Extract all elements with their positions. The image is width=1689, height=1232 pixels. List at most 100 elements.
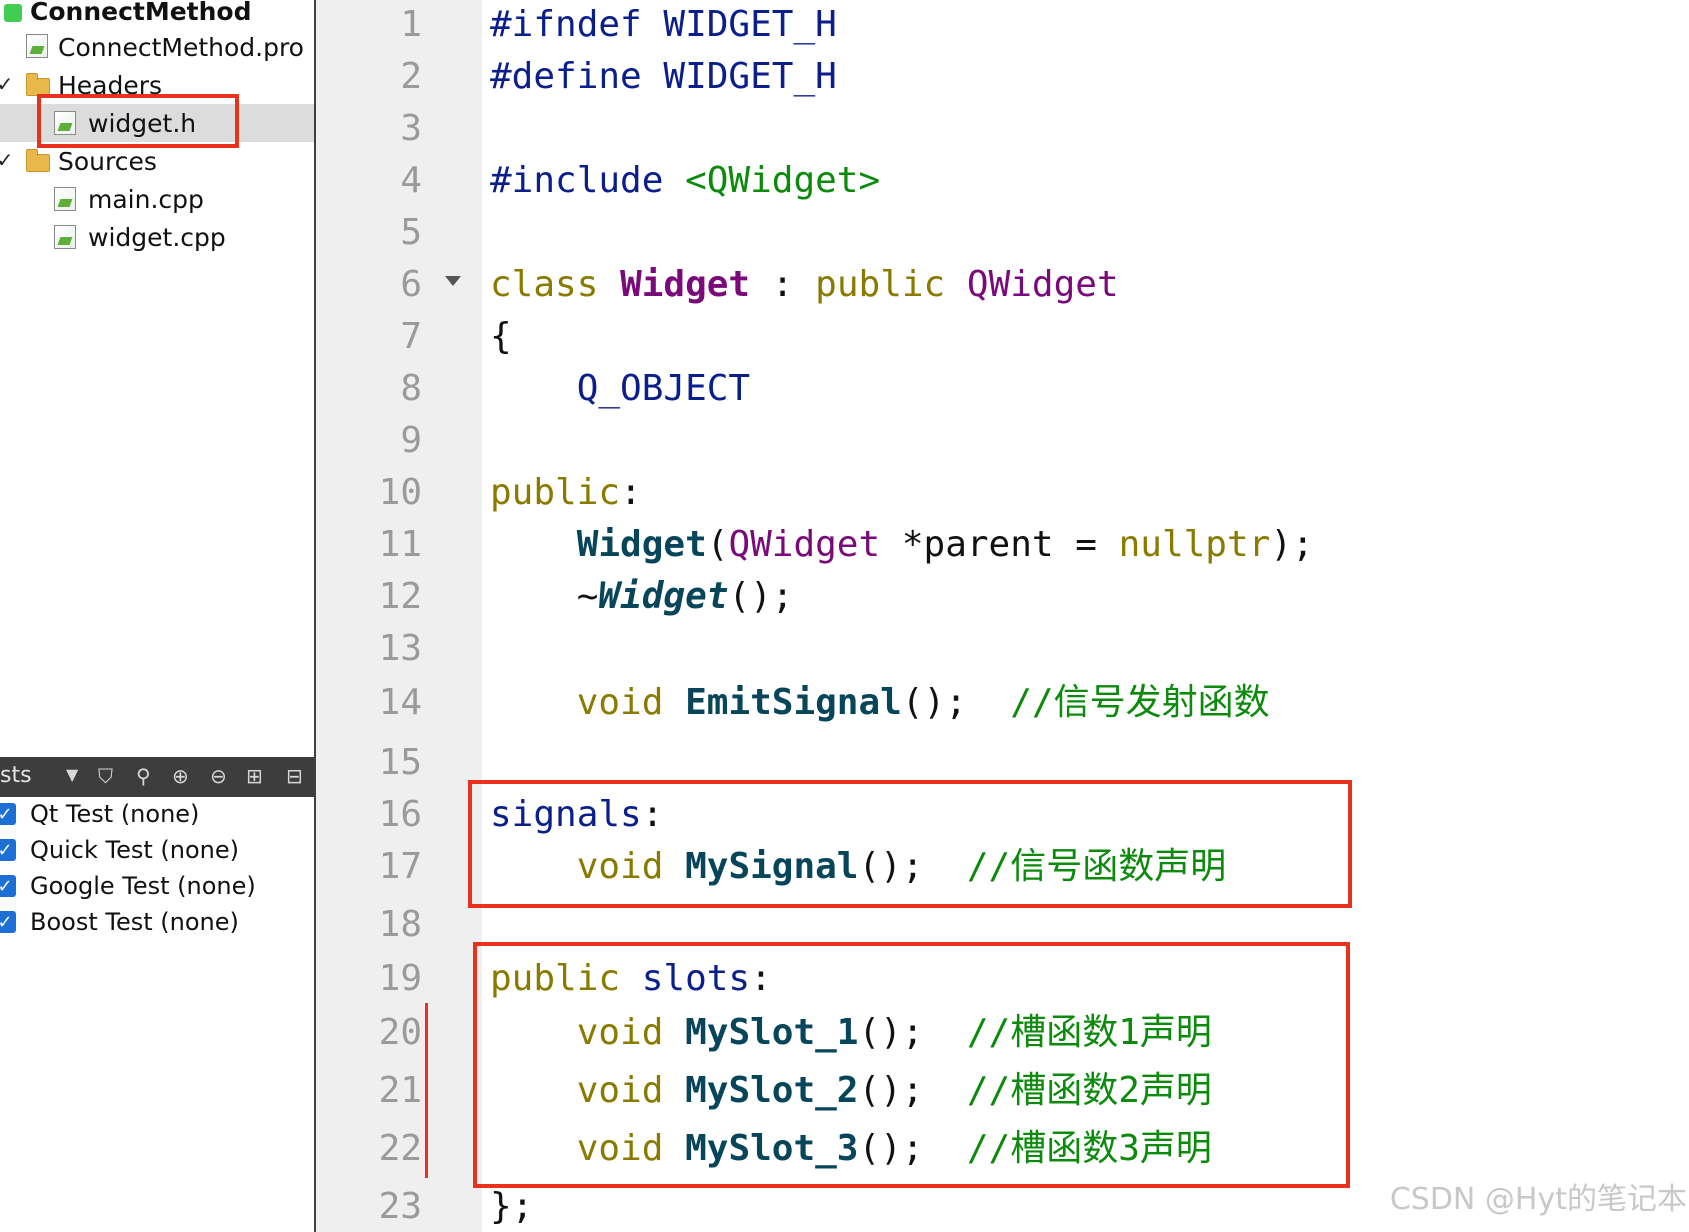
- test-item-qt[interactable]: ✓ Qt Test (none): [0, 797, 314, 831]
- line-number: 18: [378, 904, 422, 945]
- code-token: WIDGET_H: [663, 4, 837, 45]
- code-line-7: {: [490, 314, 512, 360]
- line-number: 3: [400, 108, 422, 149]
- code-token: :: [771, 264, 794, 305]
- test-label: Google Test (none): [30, 872, 256, 900]
- line-number: 20: [378, 1012, 422, 1053]
- code-token: ~: [576, 576, 599, 617]
- collapse-all-icon[interactable]: ⊖: [210, 764, 227, 788]
- test-item-google[interactable]: ✓ Google Test (none): [0, 869, 314, 903]
- code-token: Widget: [576, 524, 707, 565]
- tree-item-project[interactable]: ConnectMethod: [0, 0, 314, 30]
- pro-file-label: ConnectMethod.pro: [58, 32, 304, 62]
- code-token: #ifndef: [490, 4, 642, 45]
- code-token: class: [490, 264, 599, 305]
- line-number: 10: [378, 472, 422, 513]
- checkbox-icon[interactable]: ✓: [0, 875, 16, 897]
- code-token: public: [815, 264, 946, 305]
- selected-file-highlight-box: [37, 94, 239, 148]
- code-token: QWidget: [728, 524, 881, 565]
- code-token: (: [706, 524, 729, 565]
- code-line-1: #ifndef WIDGET_H: [490, 2, 837, 48]
- signals-highlight-box: [468, 780, 1352, 908]
- tests-toolbar: sts ▼ ⛉ ⚲ ⊕ ⊖ ⊞ ⊟: [0, 757, 314, 797]
- watermark-text: CSDN @Hyt的笔记本: [1389, 1182, 1687, 1217]
- checkbox-icon[interactable]: ✓: [0, 803, 16, 825]
- tree-item-widget-cpp[interactable]: widget.cpp: [0, 218, 314, 256]
- line-number: 13: [378, 628, 422, 669]
- code-line-14: void EmitSignal(); //信号发射函数: [490, 680, 1270, 726]
- source-file-icon: [54, 225, 76, 249]
- code-token: *parent =: [901, 524, 1097, 565]
- source-file-icon: [54, 187, 76, 211]
- line-number: 6: [400, 264, 422, 305]
- project-sidebar: ConnectMethod ConnectMethod.pro ✓ Header…: [0, 0, 316, 1232]
- test-label: Quick Test (none): [30, 836, 239, 864]
- code-token: nullptr: [1118, 524, 1271, 565]
- test-item-boost[interactable]: ✓ Boost Test (none): [0, 905, 314, 939]
- code-line-12: ~Widget();: [490, 574, 794, 620]
- test-item-quick[interactable]: ✓ Quick Test (none): [0, 833, 314, 867]
- code-token: };: [490, 1186, 534, 1227]
- code-token: );: [1270, 524, 1314, 565]
- project-name: ConnectMethod: [30, 0, 252, 26]
- code-line-10: public:: [490, 470, 642, 516]
- line-number-gutter: 1 2 3 4 5 6 7 8 9 10 11 12 13 14 15 16 1…: [316, 0, 482, 1232]
- checkbox-icon[interactable]: ✓: [0, 839, 16, 861]
- project-tree: ConnectMethod ConnectMethod.pro ✓ Header…: [0, 0, 314, 755]
- code-token: ();: [728, 576, 794, 617]
- chevron-down-icon[interactable]: ✓: [0, 72, 14, 96]
- line-number: 5: [400, 212, 422, 253]
- code-line-2: #define WIDGET_H: [490, 54, 837, 100]
- line-number: 11: [378, 524, 422, 565]
- code-line-4: #include <QWidget>: [490, 158, 880, 204]
- code-token: #define: [490, 56, 642, 97]
- code-token: Q_OBJECT: [576, 368, 751, 409]
- expand-all-icon[interactable]: ⊕: [172, 764, 189, 788]
- filter-icon[interactable]: ⛉: [98, 764, 113, 788]
- code-token: <QWidget>: [685, 160, 881, 201]
- sources-label: Sources: [58, 146, 157, 176]
- code-token: ();: [901, 682, 967, 723]
- code-token: Widget: [620, 264, 751, 305]
- code-line-8: Q_OBJECT: [490, 366, 750, 412]
- close-panel-icon[interactable]: ⊟: [286, 764, 303, 788]
- tests-panel-title[interactable]: sts: [0, 763, 32, 788]
- line-number: 22: [378, 1128, 422, 1169]
- code-token: WIDGET_H: [663, 56, 837, 97]
- code-line-23: };: [490, 1184, 533, 1230]
- folder-icon: [26, 149, 50, 172]
- tree-item-main-cpp[interactable]: main.cpp: [0, 180, 314, 218]
- code-token: QWidget: [966, 264, 1119, 305]
- test-label: Qt Test (none): [30, 800, 200, 828]
- modified-lines-marker: [425, 1003, 428, 1178]
- code-token: void: [576, 682, 664, 723]
- code-token: Widget: [598, 576, 729, 617]
- line-number: 4: [400, 160, 422, 201]
- chevron-down-icon[interactable]: ✓: [0, 148, 14, 172]
- line-number: 1: [400, 4, 422, 45]
- dropdown-arrow-icon[interactable]: ▼: [66, 765, 78, 784]
- line-number: 8: [400, 368, 422, 409]
- code-line-6: class Widget : public QWidget: [490, 262, 1119, 308]
- line-number: 23: [378, 1186, 422, 1227]
- line-number: 21: [378, 1070, 422, 1111]
- line-number: 2: [400, 56, 422, 97]
- line-number: 15: [378, 742, 422, 783]
- tree-item-pro-file[interactable]: ConnectMethod.pro: [0, 28, 314, 66]
- line-number: 9: [400, 420, 422, 461]
- file-label-widget-cpp: widget.cpp: [88, 222, 226, 252]
- line-number: 19: [378, 958, 422, 999]
- line-number: 17: [378, 846, 422, 887]
- code-token: :: [620, 472, 642, 513]
- code-token: public: [490, 472, 621, 513]
- code-comment: //信号发射函数: [1010, 682, 1270, 723]
- line-number: 14: [378, 682, 422, 723]
- checkbox-icon[interactable]: ✓: [0, 911, 16, 933]
- test-label: Boost Test (none): [30, 908, 239, 936]
- sync-icon[interactable]: ⚲: [136, 764, 151, 788]
- code-token: #include: [490, 160, 664, 201]
- split-icon[interactable]: ⊞: [246, 764, 263, 788]
- fold-toggle-icon[interactable]: [445, 276, 461, 286]
- code-token: EmitSignal: [685, 682, 902, 723]
